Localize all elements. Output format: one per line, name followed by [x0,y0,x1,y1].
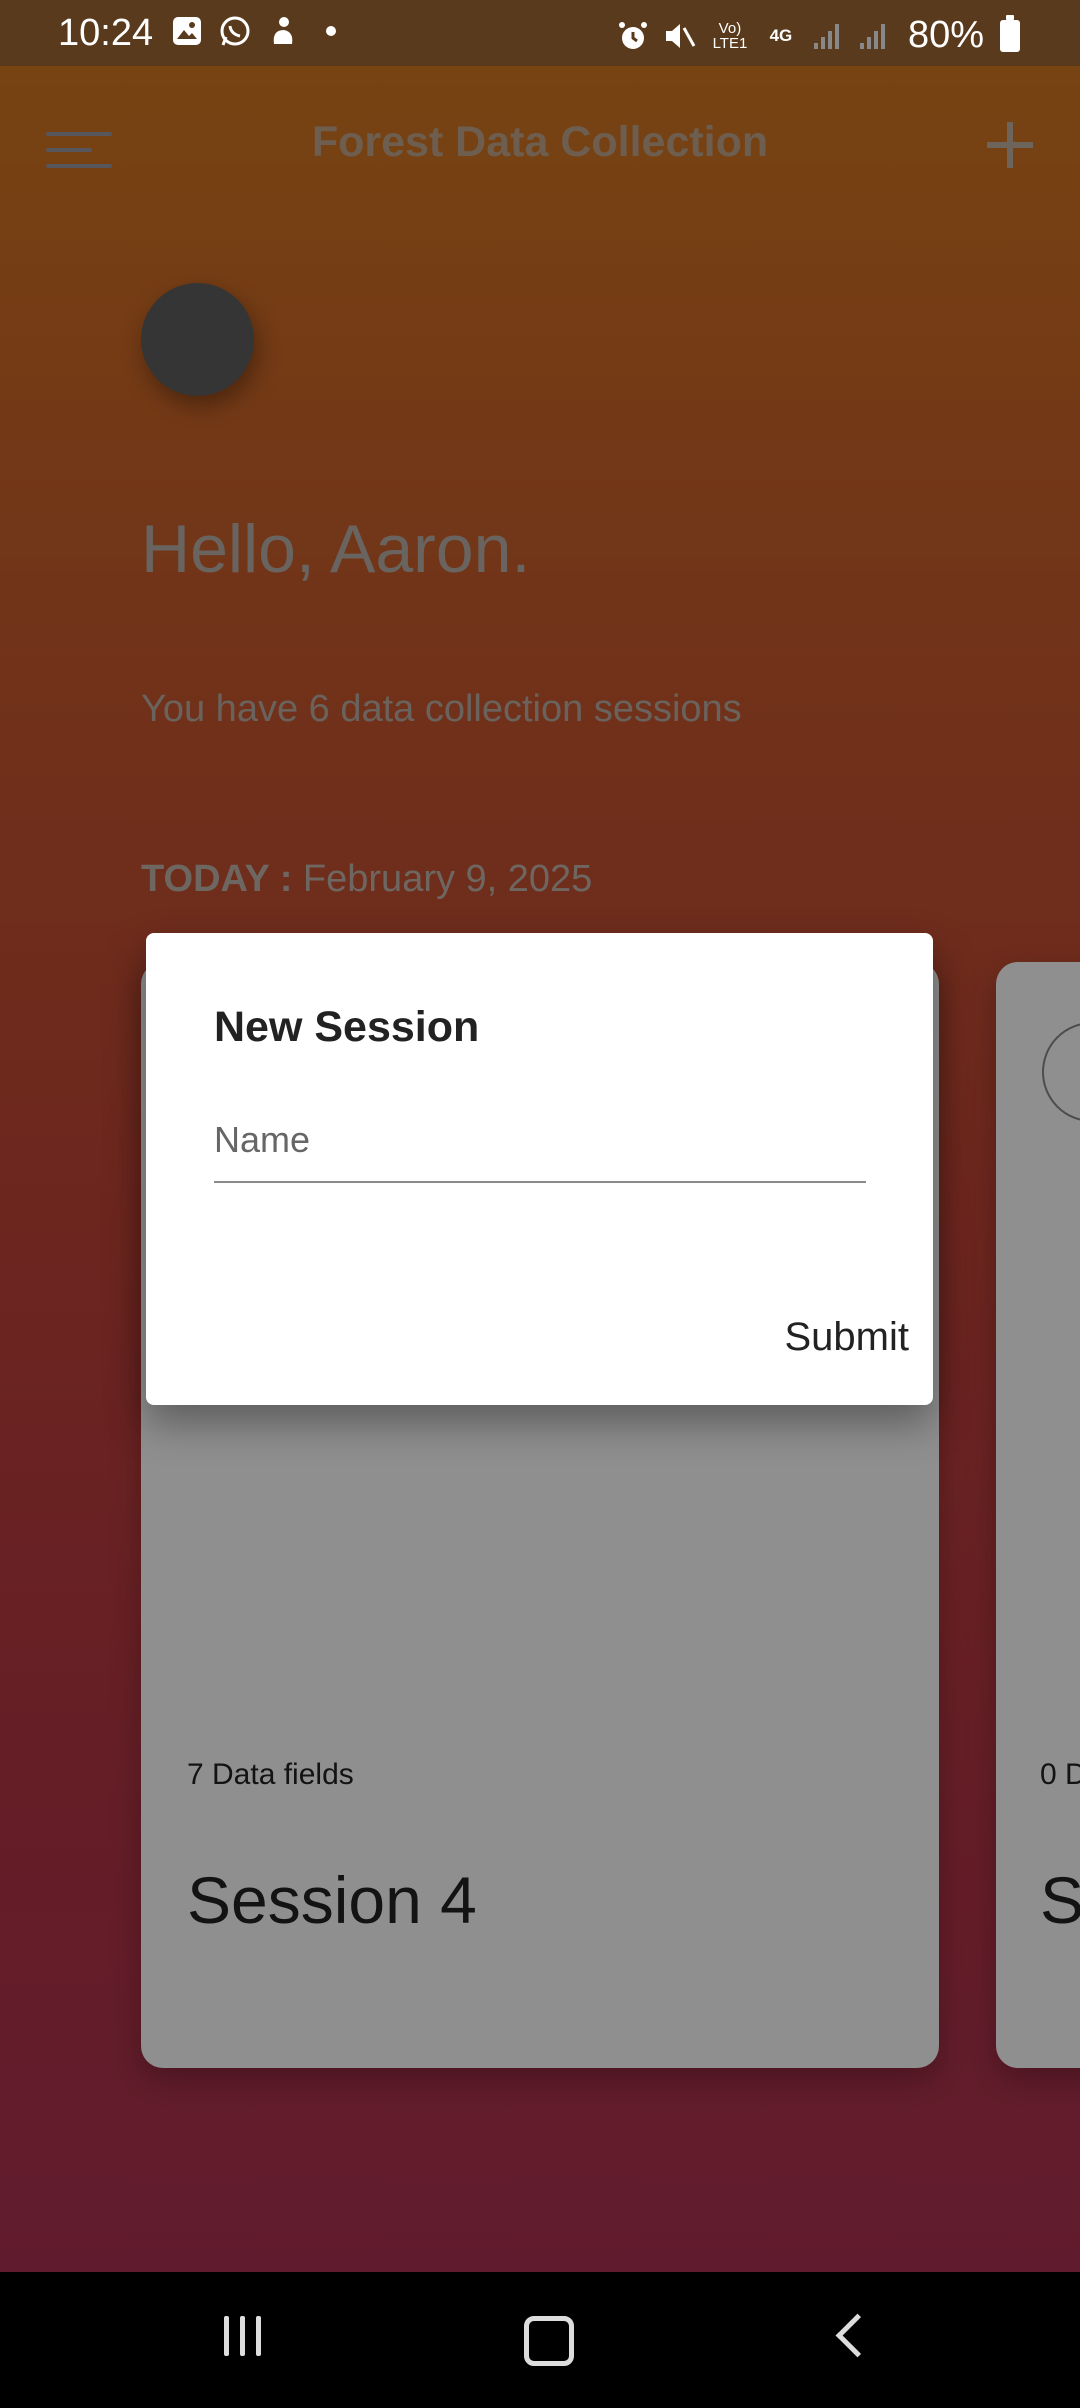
name-input[interactable] [214,1119,866,1161]
dot-icon [314,14,348,48]
home-icon[interactable] [514,2312,574,2368]
status-time: 10:24 [58,12,154,54]
alarm-icon [616,19,650,53]
recent-apps-icon[interactable] [214,2312,274,2368]
mute-icon [662,19,696,53]
whatsapp-icon [218,14,252,48]
dialog-title: New Session [214,1003,480,1051]
bixby-icon [266,14,300,48]
new-session-dialog: New Session Submit [146,933,933,1405]
back-icon[interactable] [824,2312,884,2368]
volte-icon: Vo) LTE1 [712,19,748,52]
navigation-bar [0,2272,1080,2408]
system-icons: Vo) LTE1 4G 80% [616,14,1020,57]
gallery-icon [170,14,204,48]
status-bar: 10:24 Vo) LTE1 4G 80% [0,0,1080,66]
app-screen: Forest Data Collection Hello, Aaron. You… [0,0,1080,2272]
name-field [214,1083,866,1183]
4g-icon: 4G [769,25,793,45]
battery-percent: 80% [907,14,984,56]
submit-button[interactable]: Submit [785,1315,910,1360]
battery-icon [1000,14,1020,52]
signal-icon [810,19,844,53]
signal-icon [856,19,890,53]
notification-icons [170,14,348,48]
